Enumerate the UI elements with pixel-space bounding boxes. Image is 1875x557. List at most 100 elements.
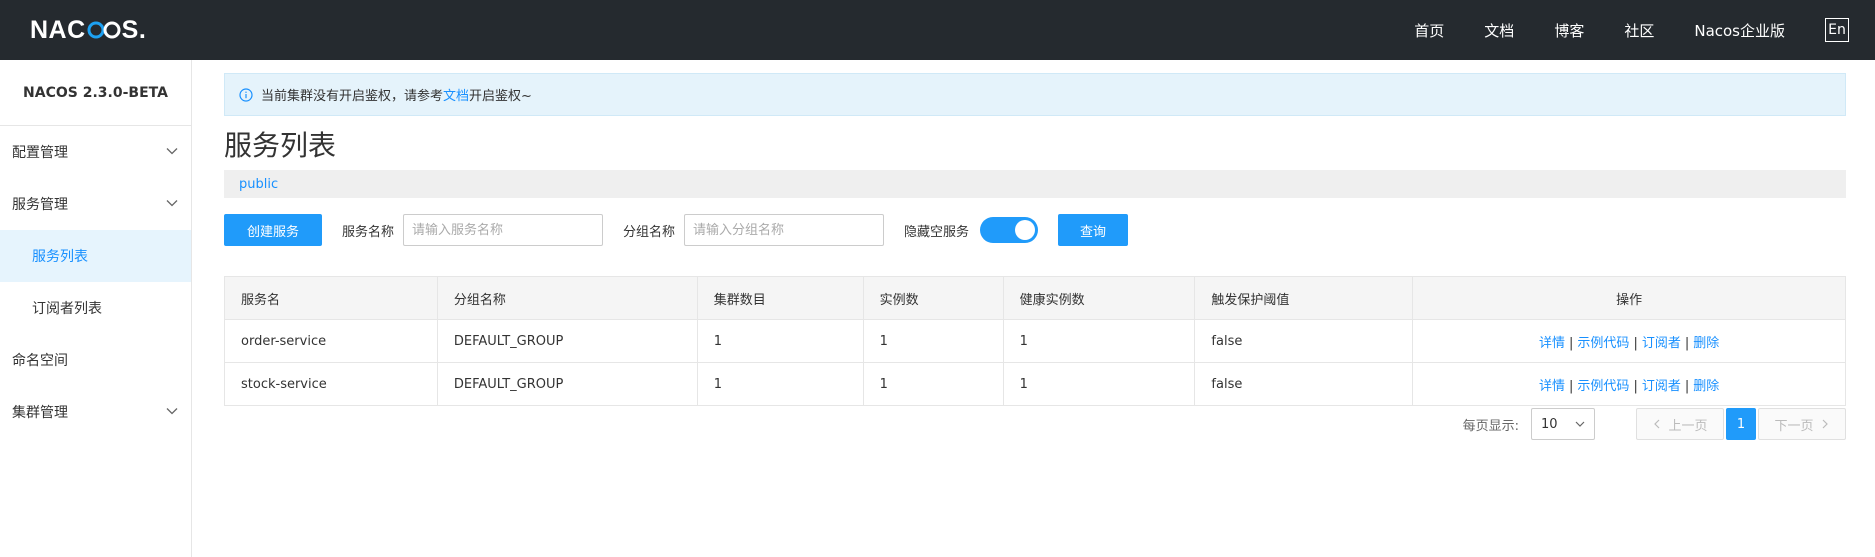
service-table: 服务名 分组名称 集群数目 实例数 健康实例数 触发保护阈值 操作 order-…	[224, 276, 1846, 406]
logo-text-suffix: S	[121, 15, 139, 44]
separator: |	[1569, 378, 1574, 394]
sidebar-item-label: 服务管理	[12, 197, 68, 213]
page-title: 服务列表	[224, 129, 337, 162]
sidebar-item-label: 命名空间	[12, 353, 68, 369]
column-header: 分组名称	[436, 276, 698, 320]
cell-healthy-instance-count: 1	[1002, 319, 1196, 363]
create-service-button[interactable]: 创建服务	[224, 214, 322, 246]
column-header: 服务名	[224, 276, 438, 320]
sidebar-item-label: 配置管理	[12, 145, 68, 161]
sidebar-item-service-list[interactable]: 服务列表	[0, 230, 191, 282]
info-icon	[239, 87, 253, 102]
per-page-label: 每页显示:	[1462, 418, 1519, 434]
sidebar: NACOS 2.3.0-BETA 配置管理 服务管理 服务列表 订阅者列表 命名…	[0, 60, 192, 557]
toggle-knob	[1015, 220, 1036, 240]
separator: |	[1633, 378, 1638, 394]
table-row: order-service DEFAULT_GROUP 1 1 1 false …	[224, 319, 1846, 363]
notice-text: 当前集群没有开启鉴权，请参考	[261, 89, 444, 104]
version-label: NACOS 2.3.0-BETA	[0, 60, 191, 126]
notice-docs-link[interactable]: 文档	[443, 85, 469, 104]
cell-cluster-count: 1	[696, 362, 864, 406]
subscribers-link[interactable]: 订阅者	[1642, 379, 1681, 394]
nacos-logo[interactable]: NAC S .	[30, 12, 146, 48]
separator: |	[1684, 335, 1690, 351]
chevron-left-icon	[1654, 419, 1660, 429]
table-header-row: 服务名 分组名称 集群数目 实例数 健康实例数 触发保护阈值 操作	[224, 276, 1846, 320]
cell-actions: 详情 | 示例代码 | 订阅者 | 删除	[1412, 362, 1846, 406]
nav-home[interactable]: 首页	[1414, 20, 1444, 41]
chevron-down-icon	[166, 148, 178, 155]
table-row: stock-service DEFAULT_GROUP 1 1 1 false …	[224, 362, 1846, 406]
notice-text-tail: 开启鉴权~	[469, 89, 532, 104]
cell-cluster-count: 1	[696, 319, 864, 363]
hide-empty-toggle[interactable]	[980, 217, 1039, 243]
detail-link[interactable]: 详情	[1539, 379, 1565, 394]
column-header: 实例数	[862, 276, 1004, 320]
separator: |	[1633, 335, 1638, 351]
cell-healthy-instance-count: 1	[1002, 362, 1196, 406]
filter-bar: 创建服务 服务名称 分组名称 隐藏空服务 查询	[224, 214, 1846, 246]
sidebar-item-label: 集群管理	[12, 405, 68, 421]
auth-notice: 当前集群没有开启鉴权，请参考 文档 开启鉴权~	[224, 73, 1846, 116]
chevron-right-icon	[1822, 419, 1828, 429]
cell-protect-threshold: false	[1194, 319, 1414, 363]
column-header: 触发保护阈值	[1194, 276, 1414, 320]
cell-service-name: order-service	[224, 319, 438, 363]
group-name-input[interactable]	[684, 214, 885, 246]
namespace-bar: public	[224, 170, 1846, 198]
sidebar-item-cluster-management[interactable]: 集群管理	[0, 386, 191, 438]
cell-protect-threshold: false	[1194, 362, 1414, 406]
separator: |	[1569, 335, 1574, 351]
cell-group-name: DEFAULT_GROUP	[436, 319, 698, 363]
chevron-down-icon	[166, 408, 178, 415]
detail-link[interactable]: 详情	[1539, 336, 1565, 351]
nav-enterprise[interactable]: Nacos企业版	[1694, 20, 1785, 41]
next-page-button[interactable]: 下一页	[1758, 408, 1846, 440]
nav-docs[interactable]: 文档	[1484, 20, 1514, 41]
cell-instance-count: 1	[862, 362, 1004, 406]
prev-page-label: 上一页	[1668, 418, 1708, 434]
chevron-down-icon	[1575, 421, 1585, 427]
sidebar-item-config-management[interactable]: 配置管理	[0, 126, 191, 178]
subscribers-link[interactable]: 订阅者	[1642, 336, 1681, 351]
column-header: 操作	[1412, 276, 1846, 320]
cell-group-name: DEFAULT_GROUP	[436, 362, 698, 406]
separator: |	[1684, 378, 1690, 394]
group-name-label: 分组名称	[623, 224, 676, 240]
main-content: 当前集群没有开启鉴权，请参考 文档 开启鉴权~ 服务列表 public 创建服务 服…	[224, 73, 1846, 440]
logo-text-prefix: NAC	[30, 15, 86, 44]
namespace-tab-public[interactable]: public	[239, 177, 278, 192]
prev-page-button[interactable]: 上一页	[1636, 408, 1724, 440]
next-page-label: 下一页	[1774, 418, 1814, 434]
chevron-down-icon	[166, 200, 178, 207]
hide-empty-label: 隐藏空服务	[904, 224, 970, 240]
sidebar-item-namespace[interactable]: 命名空间	[0, 334, 191, 386]
nav-community[interactable]: 社区	[1624, 20, 1654, 41]
service-name-input[interactable]	[403, 214, 604, 246]
sample-code-link[interactable]: 示例代码	[1577, 379, 1629, 394]
logo-infinity-icon	[87, 20, 121, 40]
logo-dot: .	[138, 15, 147, 44]
top-nav-links: 首页 文档 博客 社区 Nacos企业版 En	[1414, 0, 1875, 60]
delete-link[interactable]: 删除	[1693, 336, 1719, 351]
delete-link[interactable]: 删除	[1693, 379, 1719, 394]
query-button[interactable]: 查询	[1058, 214, 1129, 246]
nav-blog[interactable]: 博客	[1554, 20, 1584, 41]
pagination: 每页显示: 10 上一页 1 下一页	[1463, 408, 1846, 440]
per-page-select[interactable]: 10	[1531, 408, 1595, 440]
sidebar-item-label: 订阅者列表	[32, 301, 102, 317]
language-switch-button[interactable]: En	[1825, 18, 1849, 42]
sample-code-link[interactable]: 示例代码	[1577, 336, 1629, 351]
service-name-label: 服务名称	[342, 224, 395, 240]
current-page-button[interactable]: 1	[1726, 408, 1756, 440]
column-header: 集群数目	[696, 276, 864, 320]
sidebar-item-service-management[interactable]: 服务管理	[0, 178, 191, 230]
column-header: 健康实例数	[1002, 276, 1196, 320]
sidebar-item-label: 服务列表	[32, 249, 88, 265]
sidebar-item-subscriber-list[interactable]: 订阅者列表	[0, 282, 191, 334]
cell-service-name: stock-service	[224, 362, 438, 406]
cell-actions: 详情 | 示例代码 | 订阅者 | 删除	[1412, 319, 1846, 363]
per-page-value: 10	[1541, 416, 1558, 432]
top-navbar: NAC S . 首页 文档 博客 社区 Nacos企业版 En	[0, 0, 1875, 60]
cell-instance-count: 1	[862, 319, 1004, 363]
